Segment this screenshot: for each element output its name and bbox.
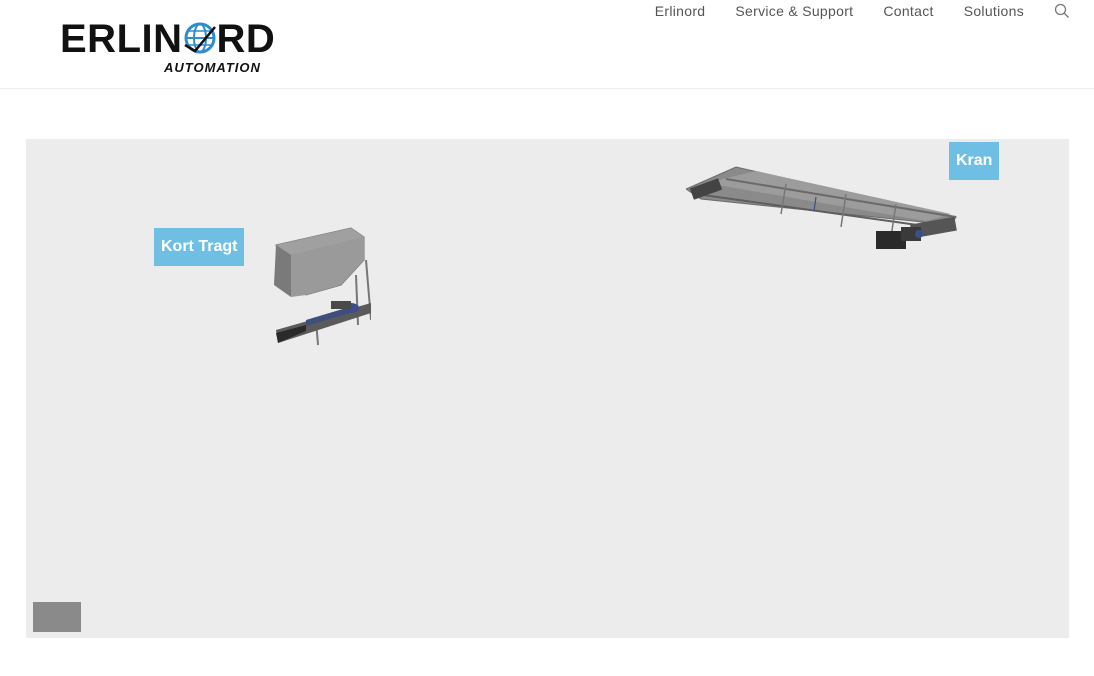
nav-item-service-support[interactable]: Service & Support <box>735 0 853 22</box>
3d-model-viewer[interactable]: Kort Tragt Kran <box>26 139 1069 638</box>
logo-word-end: RD <box>216 17 276 61</box>
globe-icon <box>183 22 216 54</box>
nav-item-solutions[interactable]: Solutions <box>964 0 1024 22</box>
kort-tragt-model[interactable] <box>246 225 371 350</box>
search-icon[interactable] <box>1054 3 1070 19</box>
kran-model[interactable] <box>686 159 961 254</box>
logo-subtitle: AUTOMATION <box>164 60 261 75</box>
main-nav: Erlinord Service & Support Contact Solut… <box>625 0 1070 22</box>
hotspot-kort-tragt[interactable]: Kort Tragt <box>154 228 245 266</box>
nav-item-erlinord[interactable]: Erlinord <box>655 0 706 22</box>
hotspot-kran[interactable]: Kran <box>949 142 1000 180</box>
erlinord-logo[interactable]: ERLIN RD AUTOMATION <box>60 18 280 78</box>
site-header: ERLIN RD AUTOMATION Erlinord Service & S… <box>0 0 1094 89</box>
nav-item-contact[interactable]: Contact <box>883 0 933 22</box>
logo-word-start: ERLIN <box>60 17 183 61</box>
viewer-control-button[interactable] <box>33 602 81 632</box>
logo-wordmark: ERLIN RD <box>60 18 275 60</box>
